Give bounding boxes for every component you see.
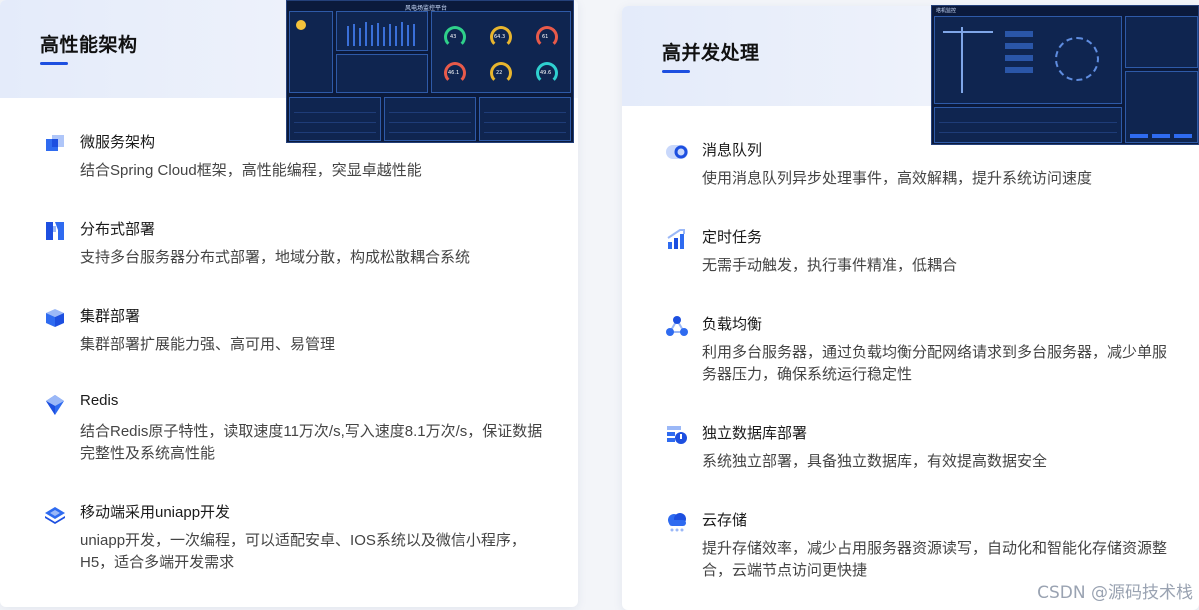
- feature-title: 消息队列: [702, 142, 763, 159]
- redis-icon: [44, 394, 66, 416]
- crane-dashboard-screenshot: 塔机监控: [931, 5, 1199, 145]
- dashboard-screenshot: 风电场监控平台 43 64.3 61 46.1 22 49.6: [286, 0, 574, 143]
- feature-desc: 提升存储效率，减少占用服务器资源读写，自动化和智能化存储资源整合，云端节点访问更…: [702, 540, 1168, 579]
- feature-desc: 利用多台服务器，通过负载均衡分配网络请求到多台服务器，减少单服务器压力，确保系统…: [702, 344, 1168, 383]
- feature-desc: 系统独立部署，具备独立数据库，有效提高数据安全: [702, 453, 1048, 470]
- distributed-icon: [44, 220, 66, 242]
- status-panel: [1125, 16, 1198, 68]
- chart-panel-a: [289, 97, 381, 141]
- message-queue-icon: [666, 141, 688, 163]
- card-title: 高并发处理: [662, 43, 760, 64]
- cluster-icon: [44, 307, 66, 329]
- feature-title: 独立数据库部署: [702, 425, 808, 442]
- line-chart-panel: [336, 54, 428, 93]
- high-performance-card: 高性能架构 微服务架构 结合Spring Cloud框架，高性能编程，突显卓越性…: [0, 0, 578, 607]
- feature-desc: 支持多台服务器分布式部署，地域分散，构成松散耦合系统: [80, 249, 471, 266]
- feature-title: 定时任务: [702, 229, 763, 246]
- feature-desc: 使用消息队列异步处理事件，高效解耦，提升系统访问速度: [702, 170, 1093, 187]
- gauge-panel: 43 64.3 61 46.1 22 49.6: [431, 11, 571, 93]
- crane-panel: [934, 16, 1122, 104]
- watermark: CSDN @源码技术栈: [1037, 583, 1193, 603]
- feature-desc: 集群部署扩展能力强、高可用、易管理: [80, 336, 336, 353]
- bar-chart-panel: [336, 11, 428, 51]
- alarm-panel: [1125, 71, 1198, 143]
- cloud-storage-icon: [666, 511, 688, 533]
- trend-panel: [934, 107, 1122, 143]
- crane-dial: [1055, 37, 1099, 81]
- weather-panel: [289, 11, 333, 93]
- title-underline: [40, 62, 68, 65]
- screenshot-title: 塔机监控: [936, 8, 957, 14]
- crane-mast: [961, 27, 963, 93]
- mobile-icon: [44, 503, 66, 525]
- feature-desc: 结合Redis原子特性，读取速度11万次/s,写入速度8.1万次/s，保证数据完…: [80, 423, 543, 462]
- load-balance-icon: [666, 315, 688, 337]
- feature-desc: 无需手动触发，执行事件精准，低耦合: [702, 257, 958, 274]
- feature-title: 集群部署: [80, 308, 141, 325]
- microservice-icon: [44, 133, 66, 155]
- chart-panel-c: [479, 97, 571, 141]
- feature-title: 负载均衡: [702, 316, 763, 333]
- crane-jib: [943, 31, 993, 33]
- feature-title: 微服务架构: [80, 134, 156, 151]
- title-underline: [662, 70, 690, 73]
- card-title: 高性能架构: [40, 35, 138, 56]
- chart-panel-b: [384, 97, 476, 141]
- feature-desc: 结合Spring Cloud框架，高性能编程，突显卓越性能: [80, 162, 422, 179]
- feature-desc: uniapp开发，一次编程，可以适配安卓、IOS系统以及微信小程序，H5，适合多…: [80, 532, 526, 571]
- feature-title: 云存储: [702, 512, 748, 529]
- feature-title: 分布式部署: [80, 221, 156, 238]
- feature-title: Redis: [80, 392, 119, 409]
- sun-icon: [296, 20, 306, 30]
- feature-title: 移动端采用uniapp开发: [80, 504, 231, 521]
- scheduled-task-icon: [666, 228, 688, 250]
- database-icon: [666, 424, 688, 446]
